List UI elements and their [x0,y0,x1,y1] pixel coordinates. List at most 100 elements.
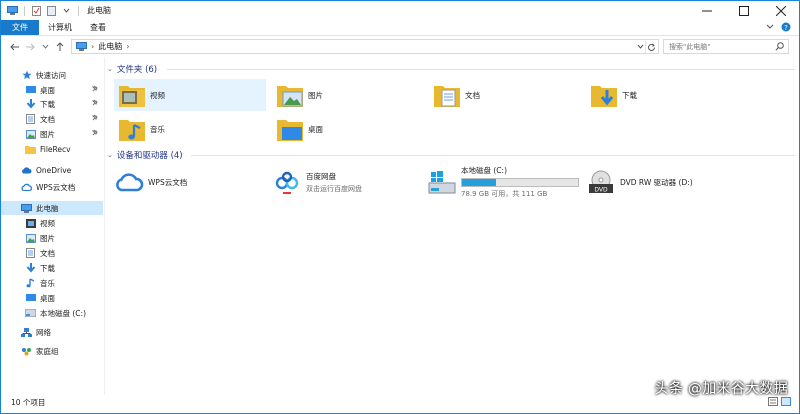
address-history-dropdown[interactable] [637,43,644,52]
dvd-drive-icon: DVD [586,168,616,196]
nav-quick-access[interactable]: 快速访问 [1,68,103,82]
svg-text:?: ? [784,24,788,32]
star-icon [21,70,32,81]
new-folder-icon[interactable] [46,5,57,16]
video-icon [25,218,36,229]
recent-locations-button[interactable] [39,40,51,54]
drive-icon [25,308,36,319]
folder-icon [25,144,36,155]
nav-quick-desktop[interactable]: 桌面 [1,83,103,97]
device-baidu-netdisk[interactable]: 百度网盘 双击运行百度网盘 [272,164,362,200]
section-divider [191,155,795,156]
document-folder-icon [433,81,461,109]
nav-pc-pictures[interactable]: 图片 [1,231,103,245]
folder-music[interactable]: 音乐 [114,113,266,145]
chevron-down-icon: ⌄ [107,151,113,159]
refresh-button[interactable] [645,41,657,53]
forward-button[interactable] [24,40,36,54]
arrow-up-icon [56,42,64,51]
search-placeholder: 搜索"此电脑" [669,42,711,51]
tab-computer[interactable]: 计算机 [39,20,81,35]
music-note-icon [25,278,36,289]
breadcrumb-separator-icon[interactable]: › [91,42,94,51]
document-icon [25,248,36,259]
pin-icon[interactable] [91,85,99,94]
download-arrow-icon [25,99,36,110]
arrow-left-icon [10,43,19,51]
device-local-disk-c[interactable]: 本地磁盘 (C:) 78.9 GB 可用，共 111 GB [427,164,579,200]
section-divider [167,69,795,70]
divider [78,5,79,16]
nav-this-pc[interactable]: 此电脑 [1,201,103,215]
nav-wps-cloud[interactable]: WPS云文档 [1,180,103,194]
up-button[interactable] [54,40,66,54]
pin-icon[interactable] [91,114,99,123]
title-bar: 此电脑 [1,1,799,20]
folder-videos[interactable]: 视频 [114,79,266,111]
nav-quick-downloads[interactable]: 下载 [1,97,103,111]
help-icon[interactable]: ? [781,22,791,32]
folder-pictures[interactable]: 图片 [272,79,424,111]
properties-icon[interactable] [31,5,42,16]
devices-section-header[interactable]: ⌄ 设备和驱动器 (4) [107,148,183,162]
chevron-down-icon[interactable] [766,24,774,30]
nav-pc-downloads[interactable]: 下载 [1,261,103,275]
wps-cloud-icon [21,182,32,193]
details-view-icon[interactable] [768,397,778,406]
window-title: 此电脑 [87,6,111,15]
nav-quick-filerecv[interactable]: FileRecv [1,142,103,156]
search-icon[interactable] [775,42,784,53]
ribbon-right-controls: ? [766,22,791,32]
desktop-folder-icon [276,115,304,143]
nav-pc-music[interactable]: 音乐 [1,276,103,290]
large-icons-view-icon[interactable] [781,397,791,406]
folder-desktop[interactable]: 桌面 [272,113,424,145]
breadcrumb-separator-icon[interactable]: › [126,42,129,51]
tab-file[interactable]: 文件 [1,20,39,35]
computer-icon [21,203,32,214]
item-count: 10 个项目 [11,397,46,407]
divider [24,5,25,16]
nav-pc-desktop[interactable]: 桌面 [1,291,103,305]
maximize-icon [738,5,749,16]
nav-network[interactable]: 网络 [1,325,103,339]
document-icon [25,114,36,125]
nav-quick-documents[interactable]: 文档 [1,112,103,126]
minimize-button[interactable] [688,1,725,20]
chevron-down-icon[interactable] [61,6,72,16]
arrow-right-icon [26,43,35,51]
quick-access-toolbar [1,5,81,16]
folders-section-header[interactable]: ⌄ 文件夹 (6) [107,62,157,76]
download-arrow-icon [25,263,36,274]
maximize-button[interactable] [725,1,762,20]
pane-divider[interactable] [104,57,105,395]
nav-homegroup[interactable]: 家庭组 [1,344,103,358]
search-input[interactable]: 搜索"此电脑" [663,39,789,54]
address-bar[interactable]: › 此电脑 › [71,39,659,54]
device-dvd-d[interactable]: DVD DVD RW 驱动器 (D:) [586,164,693,200]
pin-icon[interactable] [91,129,99,138]
close-button[interactable] [762,1,799,20]
picture-folder-icon [276,81,304,109]
nav-pc-documents[interactable]: 文档 [1,246,103,260]
desktop-folder-icon [25,85,36,96]
folder-documents[interactable]: 文档 [429,79,581,111]
picture-icon [25,233,36,244]
back-button[interactable] [9,40,21,54]
computer-icon[interactable] [7,6,18,16]
device-wps-cloud[interactable]: WPS云文档 [114,164,187,200]
pin-icon[interactable] [91,99,99,108]
folder-downloads[interactable]: 下载 [586,79,738,111]
view-toggle-group [768,397,791,406]
nav-onedrive[interactable]: OneDrive [1,163,103,177]
tab-view[interactable]: 查看 [81,20,115,35]
chevron-down-icon: ⌄ [107,65,113,73]
nav-pc-videos[interactable]: 视频 [1,216,103,230]
nav-quick-pictures[interactable]: 图片 [1,127,103,141]
chevron-down-icon [637,44,644,49]
nav-pc-local-disk[interactable]: 本地磁盘 (C:) [1,306,103,320]
breadcrumb-this-pc[interactable]: 此电脑 [98,41,122,52]
ribbon-tabs: 文件 计算机 查看 ? [1,20,799,36]
watermark: 头条 @加米谷大数据 [654,381,788,397]
window-controls [688,1,799,20]
